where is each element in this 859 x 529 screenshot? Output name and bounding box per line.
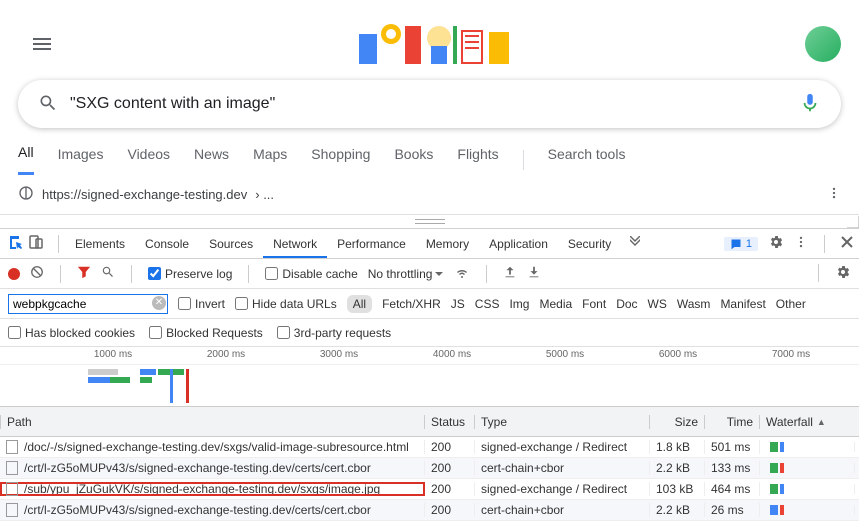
panel-memory[interactable]: Memory — [416, 230, 479, 258]
type-filter-wasm[interactable]: Wasm — [677, 297, 711, 311]
devtools-tabs: ElementsConsoleSourcesNetworkPerformance… — [0, 229, 859, 259]
close-devtools-icon[interactable] — [841, 236, 853, 251]
search-box — [18, 80, 841, 128]
tab-maps[interactable]: Maps — [253, 146, 287, 174]
google-logo — [66, 16, 805, 72]
menu-button[interactable] — [18, 20, 66, 68]
avatar[interactable] — [805, 26, 841, 62]
panel-security[interactable]: Security — [558, 230, 621, 258]
type-filter-all[interactable]: All — [347, 295, 372, 313]
globe-icon — [18, 185, 34, 204]
record-button[interactable] — [8, 268, 20, 280]
tab-flights[interactable]: Flights — [457, 146, 498, 174]
network-table: Path Status Type Size Time Waterfall▲ /d… — [0, 407, 859, 521]
network-filter-bar: ✕ Invert Hide data URLs All Fetch/XHR JS CS… — [0, 289, 859, 319]
col-waterfall[interactable]: Waterfall▲ — [760, 415, 855, 429]
panel-sources[interactable]: Sources — [199, 230, 263, 258]
type-filter-css[interactable]: CSS — [475, 297, 500, 311]
type-filter-manifest[interactable]: Manifest — [720, 297, 765, 311]
tab-books[interactable]: Books — [394, 146, 433, 174]
type-filter-js[interactable]: JS — [451, 297, 465, 311]
type-filter-img[interactable]: Img — [509, 297, 529, 311]
blocked-cookies-checkbox[interactable]: Has blocked cookies — [8, 326, 135, 340]
network-toolbar: Preserve log Disable cache No throttling — [0, 259, 859, 289]
search-result[interactable]: https://signed-exchange-testing.dev › ..… — [0, 175, 859, 214]
result-url: https://signed-exchange-testing.dev — [42, 187, 247, 202]
tab-all[interactable]: All — [18, 144, 34, 175]
type-filter-media[interactable]: Media — [539, 297, 572, 311]
network-filter-bar-2: Has blocked cookies Blocked Requests 3rd… — [0, 319, 859, 347]
col-type[interactable]: Type — [475, 415, 650, 429]
col-size[interactable]: Size — [650, 415, 705, 429]
result-url-suffix: › ... — [255, 187, 274, 202]
preserve-log-checkbox[interactable]: Preserve log — [148, 267, 232, 281]
upload-har-icon[interactable] — [503, 265, 517, 282]
more-tabs-icon[interactable] — [621, 236, 649, 251]
table-row[interactable]: /crt/l-zG5oMUPv43/s/signed-exchange-test… — [0, 500, 859, 521]
type-filter-font[interactable]: Font — [582, 297, 606, 311]
filter-icon[interactable] — [77, 265, 91, 282]
sort-arrow-icon: ▲ — [817, 417, 826, 427]
throttling-select[interactable]: No throttling — [368, 267, 445, 281]
result-more-icon[interactable] — [827, 186, 841, 203]
table-row[interactable]: /crt/l-zG5oMUPv43/s/signed-exchange-test… — [0, 458, 859, 479]
tab-shopping[interactable]: Shopping — [311, 146, 370, 174]
search-tabs: All Images Videos News Maps Shopping Books Flig… — [0, 128, 859, 175]
table-row[interactable]: /doc/-/s/signed-exchange-testing.dev/sxg… — [0, 437, 859, 458]
blocked-requests-checkbox[interactable]: Blocked Requests — [149, 326, 263, 340]
search-tools[interactable]: Search tools — [548, 146, 626, 174]
table-row[interactable]: /sub/ypu_jZuGukVK/s/signed-exchange-test… — [0, 479, 859, 500]
more-icon[interactable] — [794, 235, 808, 252]
type-filter-fetch-xhr[interactable]: Fetch/XHR — [382, 297, 441, 311]
clear-button[interactable] — [30, 265, 44, 282]
tab-videos[interactable]: Videos — [127, 146, 170, 174]
issues-badge[interactable]: 1 — [724, 237, 758, 251]
download-har-icon[interactable] — [527, 265, 541, 282]
type-filter-ws[interactable]: WS — [648, 297, 667, 311]
table-header: Path Status Type Size Time Waterfall▲ — [0, 407, 859, 437]
col-time[interactable]: Time — [705, 415, 760, 429]
tab-images[interactable]: Images — [58, 146, 104, 174]
device-icon[interactable] — [28, 234, 44, 253]
type-filter-other[interactable]: Other — [776, 297, 806, 311]
disable-cache-checkbox[interactable]: Disable cache — [265, 267, 357, 281]
network-conditions-icon[interactable] — [454, 264, 470, 283]
settings-icon[interactable] — [768, 234, 784, 253]
network-timeline[interactable]: 1000 ms2000 ms3000 ms4000 ms5000 ms6000 … — [0, 347, 859, 407]
mic-icon[interactable] — [799, 92, 821, 117]
panel-application[interactable]: Application — [479, 230, 558, 258]
devtools-drag-handle[interactable] — [0, 214, 859, 228]
network-settings-icon[interactable] — [835, 264, 851, 283]
third-party-checkbox[interactable]: 3rd-party requests — [277, 326, 391, 340]
search-network-icon[interactable] — [101, 265, 115, 282]
hide-data-urls-checkbox[interactable]: Hide data URLs — [235, 297, 337, 311]
panel-network[interactable]: Network — [263, 230, 327, 258]
tab-news[interactable]: News — [194, 146, 229, 174]
file-icon — [6, 482, 18, 496]
file-icon — [6, 440, 18, 454]
filter-input[interactable] — [8, 294, 168, 314]
col-path[interactable]: Path — [0, 415, 425, 429]
invert-checkbox[interactable]: Invert — [178, 297, 225, 311]
search-input[interactable] — [70, 95, 787, 113]
clear-filter-icon[interactable]: ✕ — [152, 296, 166, 310]
panel-performance[interactable]: Performance — [327, 230, 416, 258]
file-icon — [6, 503, 18, 517]
search-icon — [38, 93, 58, 116]
file-icon — [6, 461, 18, 475]
panel-elements[interactable]: Elements — [65, 230, 135, 258]
inspect-icon[interactable] — [8, 234, 24, 253]
panel-console[interactable]: Console — [135, 230, 199, 258]
type-filter-doc[interactable]: Doc — [616, 297, 637, 311]
col-status[interactable]: Status — [425, 415, 475, 429]
